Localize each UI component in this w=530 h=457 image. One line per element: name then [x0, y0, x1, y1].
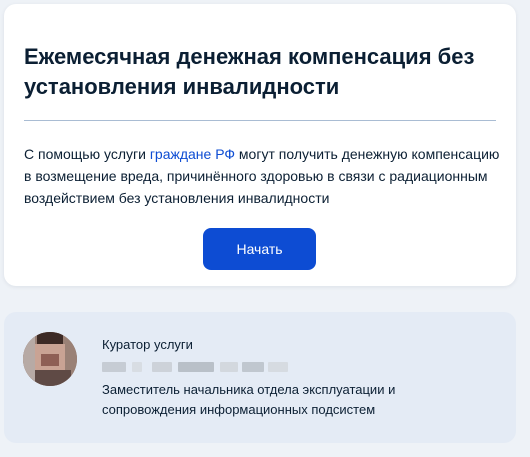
page: Ежемесячная денежная компенсация без уст…: [0, 0, 530, 457]
curator-name-redacted: [102, 358, 292, 374]
divider: [24, 120, 496, 121]
start-button[interactable]: Начать: [203, 228, 316, 270]
service-description: С помощью услуги граждане РФ могут получ…: [24, 143, 504, 209]
description-prefix: С помощью услуги: [24, 146, 150, 162]
service-card: Ежемесячная денежная компенсация без уст…: [4, 4, 516, 286]
avatar: [23, 332, 77, 386]
service-title: Ежемесячная денежная компенсация без уст…: [24, 44, 475, 99]
curator-position: Заместитель начальника отдела эксплуатац…: [102, 382, 396, 417]
curator-label: Куратор услуги: [102, 337, 193, 352]
curator-card: Куратор услуги Заместитель начальника от…: [4, 312, 516, 443]
citizens-link[interactable]: граждане РФ: [150, 146, 235, 162]
